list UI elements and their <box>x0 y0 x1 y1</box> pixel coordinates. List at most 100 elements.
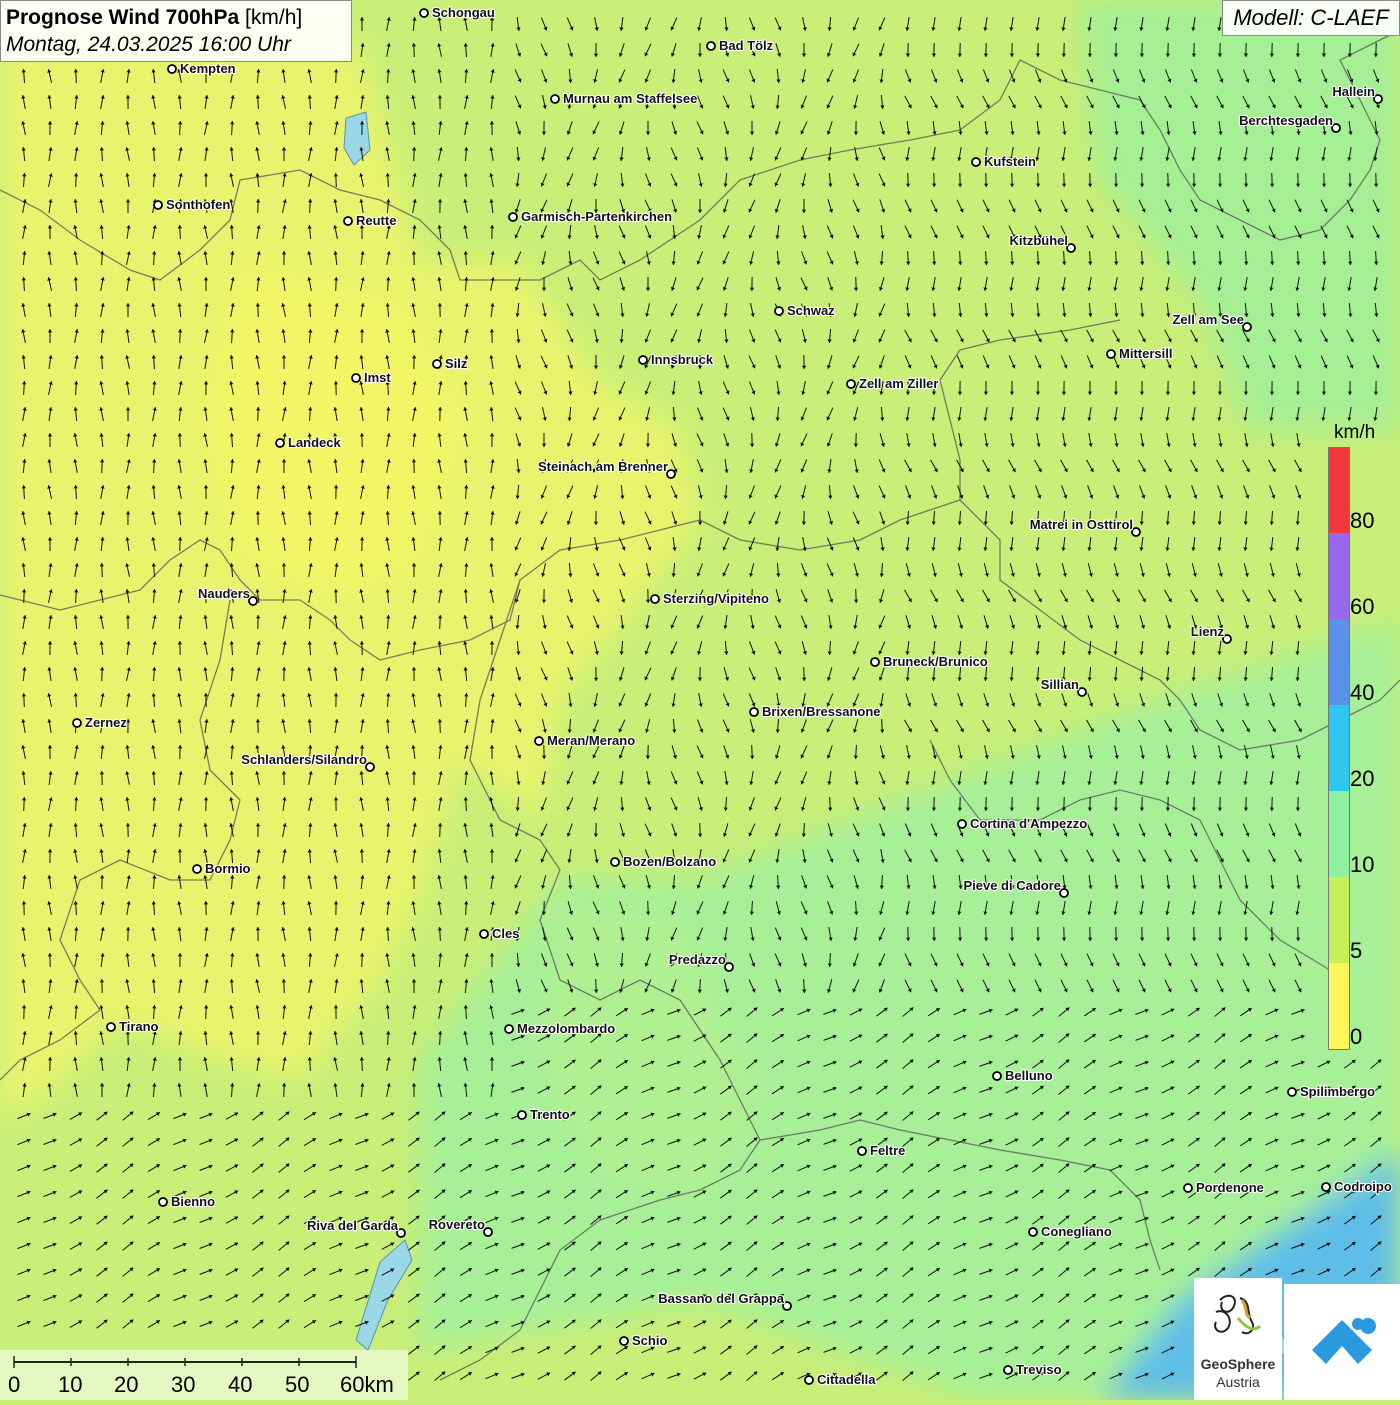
app-logo-icon <box>1284 1284 1400 1400</box>
city-marker-cles <box>480 930 488 938</box>
city-marker-sillian <box>1078 688 1086 696</box>
city-label-meran-merano: Meran/Merano <box>547 733 635 748</box>
city-marker-cittadella <box>805 1376 813 1384</box>
city-label-brixen-bressanone: Brixen/Bressanone <box>762 704 881 719</box>
city-label-zell-am-see: Zell am See <box>1172 312 1244 327</box>
scale-bar: 0102030405060km <box>0 1350 408 1400</box>
city-label-zell-am-ziller: Zell am Ziller <box>859 376 938 391</box>
city-label-belluno: Belluno <box>1005 1068 1053 1083</box>
legend-swatch-20 <box>1329 705 1349 791</box>
legend-label-5: 5 <box>1350 938 1362 964</box>
city-label-imst: Imst <box>364 370 391 385</box>
city-marker-sonthofen <box>154 201 162 209</box>
city-marker-treviso <box>1004 1366 1012 1374</box>
legend-label-10: 10 <box>1350 852 1374 878</box>
city-label-riva-del-garda: Riva del Garda <box>307 1218 399 1233</box>
city-marker-bozen-bolzano <box>611 858 619 866</box>
city-marker-meran-merano <box>535 737 543 745</box>
city-marker-pordenone <box>1184 1184 1192 1192</box>
city-marker-tirano <box>107 1023 115 1031</box>
city-marker-imst <box>352 374 360 382</box>
city-label-schongau: Schongau <box>432 5 495 20</box>
forecast-datetime: Montag, 24.03.2025 16:00 Uhr <box>6 31 346 58</box>
city-marker-kufstein <box>972 158 980 166</box>
city-marker-hallein <box>1374 95 1382 103</box>
city-marker-riva-del-garda <box>397 1229 405 1237</box>
city-marker-schio <box>620 1337 628 1345</box>
geosphere-logo-icon <box>1194 1278 1282 1356</box>
city-label-pieve-di-cadore: Pieve di Cadore <box>963 878 1061 893</box>
city-marker-innsbruck <box>639 356 647 364</box>
city-label-schwaz: Schwaz <box>787 303 835 318</box>
city-marker-reutte <box>344 217 352 225</box>
city-marker-sterzing-vipiteno <box>651 595 659 603</box>
legend-unit: km/h <box>1334 422 1375 444</box>
city-label-bienno: Bienno <box>171 1194 215 1209</box>
city-marker-nauders <box>249 597 257 605</box>
city-marker-mezzolombardo <box>505 1025 513 1033</box>
city-label-bozen-bolzano: Bozen/Bolzano <box>623 854 716 869</box>
city-label-cittadella: Cittadella <box>817 1372 876 1387</box>
city-marker-bassano-del-grappa <box>783 1302 791 1310</box>
city-label-sonthofen: Sonthofen <box>166 197 230 212</box>
city-marker-lienz <box>1223 635 1231 643</box>
city-label-innsbruck: Innsbruck <box>651 352 714 367</box>
city-label-garmisch-partenkirchen: Garmisch-Partenkirchen <box>521 209 672 224</box>
city-label-cles: Cles <box>492 926 519 941</box>
city-label-tirano: Tirano <box>119 1019 159 1034</box>
wind-forecast-map: SchongauBad TölzKemptenMurnau am Staffel… <box>0 0 1400 1400</box>
city-label-feltre: Feltre <box>870 1143 905 1158</box>
city-label-pordenone: Pordenone <box>1196 1180 1264 1195</box>
city-marker-zell-am-ziller <box>847 380 855 388</box>
scale-label-0: 0 <box>8 1372 20 1398</box>
city-marker-zell-am-see <box>1243 323 1251 331</box>
city-label-rovereto: Rovereto <box>429 1217 485 1232</box>
city-marker-feltre <box>858 1147 866 1155</box>
scale-label-5: 50 <box>285 1372 309 1398</box>
city-label-nauders: Nauders <box>198 586 250 601</box>
city-label-treviso: Treviso <box>1016 1362 1062 1377</box>
city-label-cortina-d-ampezzo: Cortina d'Ampezzo <box>970 816 1087 831</box>
city-label-kitzb-hel: Kitzbühel <box>1010 233 1069 248</box>
legend-swatch-40 <box>1329 619 1349 705</box>
city-label-bormio: Bormio <box>205 861 251 876</box>
legend-label-0: 0 <box>1350 1024 1362 1050</box>
scale-label-3: 30 <box>171 1372 195 1398</box>
city-marker-landeck <box>276 439 284 447</box>
city-marker-bad-t-lz <box>707 42 715 50</box>
city-label-matrei-in-osttirol: Matrei in Osttirol <box>1030 517 1133 532</box>
city-label-zernez: Zernez <box>85 715 127 730</box>
legend-swatch-0 <box>1329 963 1349 1049</box>
city-marker-schongau <box>420 9 428 17</box>
legend-swatch-10 <box>1329 791 1349 877</box>
city-label-schlanders-silandro: Schlanders/Silandro <box>241 752 367 767</box>
city-marker-belluno <box>993 1072 1001 1080</box>
city-marker-conegliano <box>1029 1228 1037 1236</box>
city-marker-garmisch-partenkirchen <box>509 213 517 221</box>
city-label-berchtesgaden: Berchtesgaden <box>1239 113 1333 128</box>
city-label-lienz: Lienz <box>1191 624 1225 639</box>
city-marker-schlanders-silandro <box>366 763 374 771</box>
legend-swatch-60 <box>1329 533 1349 619</box>
legend-swatch-5 <box>1329 877 1349 963</box>
city-marker-bienno <box>159 1198 167 1206</box>
scale-label-4: 40 <box>228 1372 252 1398</box>
city-marker-kitzb-hel <box>1067 244 1075 252</box>
scale-label-1: 10 <box>58 1372 82 1398</box>
logo-name-line1: GeoSphere <box>1194 1356 1282 1372</box>
city-marker-brixen-bressanone <box>750 708 758 716</box>
city-marker-pieve-di-cadore <box>1060 889 1068 897</box>
city-marker-trento <box>518 1111 526 1119</box>
city-marker-steinach-am-brenner <box>667 470 675 478</box>
title-unit: [km/h] <box>245 6 302 29</box>
city-marker-mittersill <box>1107 350 1115 358</box>
city-label-reutte: Reutte <box>356 213 396 228</box>
legend-label-60: 60 <box>1350 594 1374 620</box>
city-label-sterzing-vipiteno: Sterzing/Vipiteno <box>663 591 769 606</box>
city-label-predazzo: Predazzo <box>669 952 726 967</box>
city-label-bruneck-brunico: Bruneck/Brunico <box>883 654 988 669</box>
city-label-schio: Schio <box>632 1333 667 1348</box>
city-marker-zernez <box>73 719 81 727</box>
city-label-kempten: Kempten <box>180 61 236 76</box>
map-title-box: Prognose Wind 700hPa [km/h] Montag, 24.0… <box>0 0 352 62</box>
